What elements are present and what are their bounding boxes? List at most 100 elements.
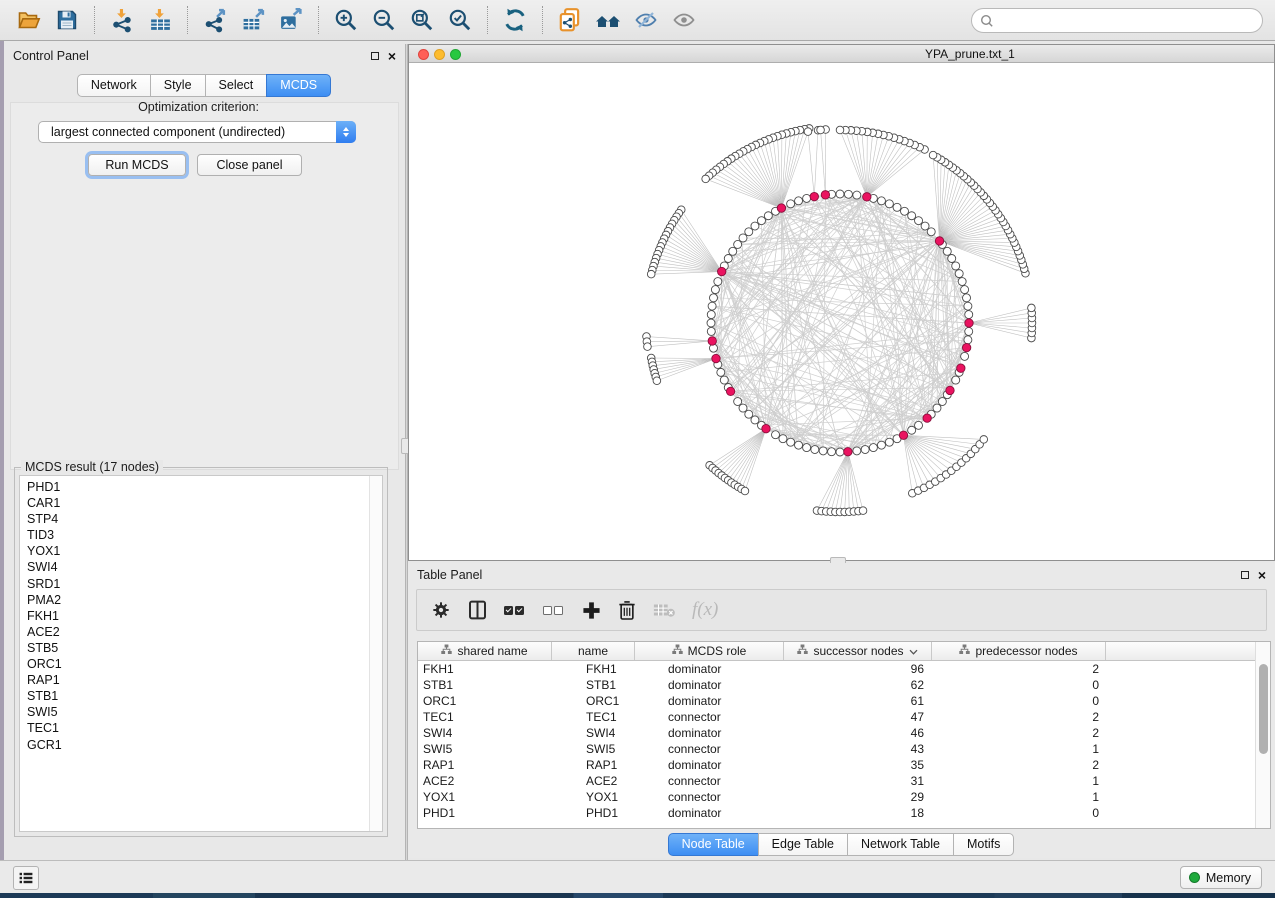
task-history-button[interactable] — [13, 866, 39, 890]
tab-select[interactable]: Select — [205, 74, 268, 97]
export-network-icon[interactable] — [196, 4, 234, 36]
close-window-icon[interactable] — [418, 49, 429, 60]
table-scrollbar[interactable] — [1255, 642, 1270, 828]
tab-style[interactable]: Style — [150, 74, 206, 97]
add-column-icon[interactable] — [582, 601, 601, 620]
list-item[interactable]: PHD1 — [27, 479, 382, 495]
criterion-dropdown[interactable]: largest connected component (undirected) — [38, 121, 356, 143]
close-panel-button[interactable]: Close panel — [197, 154, 302, 176]
memory-button[interactable]: Memory — [1180, 866, 1262, 889]
memory-label: Memory — [1206, 871, 1251, 885]
tab-network[interactable]: Network — [77, 74, 151, 97]
float-table-panel-icon[interactable] — [1241, 571, 1249, 579]
column-header-predecessor-nodes[interactable]: predecessor nodes — [932, 642, 1106, 660]
close-table-panel-icon[interactable]: × — [1258, 570, 1266, 580]
first-neighbors-icon[interactable] — [589, 4, 627, 36]
column-header-MCDS-role[interactable]: MCDS role — [635, 642, 784, 660]
mcds-result-list: PHD1CAR1STP4TID3YOX1SWI4SRD1PMA2FKH1ACE2… — [19, 475, 383, 832]
list-item[interactable]: STB1 — [27, 688, 382, 704]
table-row[interactable]: SWI4SWI4dominator462 — [418, 725, 1270, 741]
list-item[interactable]: TID3 — [27, 527, 382, 543]
tab-node-table[interactable]: Node Table — [668, 833, 759, 856]
zoom-selected-icon[interactable] — [441, 4, 479, 36]
table-row[interactable]: STB1STB1dominator620 — [418, 677, 1270, 693]
list-item[interactable]: TEC1 — [27, 720, 382, 736]
list-item[interactable]: GCR1 — [27, 737, 382, 753]
run-mcds-button[interactable]: Run MCDS — [88, 154, 186, 176]
sort-indicator-icon — [909, 644, 918, 658]
table-panel-tabs: Node TableEdge TableNetwork TableMotifs — [408, 833, 1275, 856]
optimization-criterion-label: Optimization criterion: — [4, 100, 393, 114]
list-item[interactable]: SRD1 — [27, 576, 382, 592]
refresh-icon[interactable] — [496, 4, 534, 36]
list-item[interactable]: FKH1 — [27, 608, 382, 624]
tab-edge-table[interactable]: Edge Table — [758, 833, 848, 856]
search-input[interactable] — [999, 14, 1254, 28]
column-header-shared-name[interactable]: shared name — [418, 642, 552, 660]
function-builder-icon: f(x) — [692, 599, 718, 621]
column-header-successor-nodes[interactable]: successor nodes — [784, 642, 932, 660]
list-item[interactable]: STP4 — [27, 511, 382, 527]
control-panel-title: Control Panel — [13, 49, 89, 63]
table-row[interactable]: TEC1TEC1connector472 — [418, 709, 1270, 725]
network-canvas[interactable] — [409, 63, 1274, 560]
list-item[interactable]: PMA2 — [27, 592, 382, 608]
export-image-icon[interactable] — [272, 4, 310, 36]
float-panel-icon[interactable] — [371, 52, 379, 60]
import-table-icon[interactable] — [141, 4, 179, 36]
table-row[interactable]: ACE2ACE2connector311 — [418, 773, 1270, 789]
list-item[interactable]: SWI5 — [27, 704, 382, 720]
tab-mcds[interactable]: MCDS — [266, 74, 331, 97]
delete-columns-icon[interactable] — [618, 600, 636, 620]
list-item[interactable]: STB5 — [27, 640, 382, 656]
close-panel-icon[interactable]: × — [388, 51, 396, 61]
table-row[interactable]: YOX1YOX1connector291 — [418, 789, 1270, 805]
deselect-all-icon[interactable] — [543, 606, 565, 615]
minimize-window-icon[interactable] — [434, 49, 445, 60]
desktop-edge-bottom — [0, 893, 1275, 898]
node-table: shared namenameMCDS rolesuccessor nodesp… — [417, 641, 1271, 829]
table-row[interactable]: ORC1ORC1dominator610 — [418, 693, 1270, 709]
main-toolbar — [0, 0, 1275, 41]
list-item[interactable]: RAP1 — [27, 672, 382, 688]
select-all-icon[interactable] — [504, 606, 526, 615]
toolbar-separator — [187, 6, 188, 34]
mcds-result-groupbox: MCDS result (17 nodes) PHD1CAR1STP4TID3Y… — [14, 467, 388, 837]
column-type-icon — [959, 644, 970, 658]
toolbar-separator — [94, 6, 95, 34]
network-title: YPA_prune.txt_1 — [925, 47, 1015, 61]
table-row[interactable]: PHD1PHD1dominator180 — [418, 805, 1270, 821]
table-settings-icon[interactable] — [431, 600, 451, 620]
zoom-in-icon[interactable] — [327, 4, 365, 36]
tab-motifs[interactable]: Motifs — [953, 833, 1014, 856]
tab-network-table[interactable]: Network Table — [847, 833, 954, 856]
table-header-row: shared namenameMCDS rolesuccessor nodesp… — [418, 642, 1270, 661]
maximize-window-icon[interactable] — [450, 49, 461, 60]
table-row[interactable]: SWI5SWI5connector431 — [418, 741, 1270, 757]
search-box[interactable] — [971, 8, 1263, 33]
duplicate-network-icon[interactable] — [551, 4, 589, 36]
table-row[interactable]: FKH1FKH1dominator962 — [418, 661, 1270, 677]
import-network-icon[interactable] — [103, 4, 141, 36]
control-panel: Control Panel × NetworkStyleSelectMCDS O… — [4, 44, 405, 860]
split-panel-icon[interactable] — [468, 600, 487, 620]
zoom-fit-icon[interactable] — [403, 4, 441, 36]
list-item[interactable]: ORC1 — [27, 656, 382, 672]
list-item[interactable]: SWI4 — [27, 559, 382, 575]
network-titlebar[interactable]: YPA_prune.txt_1 — [409, 45, 1274, 63]
list-item[interactable]: ACE2 — [27, 624, 382, 640]
hide-selected-icon[interactable] — [627, 4, 665, 36]
show-all-icon[interactable] — [665, 4, 703, 36]
save-icon[interactable] — [48, 4, 86, 36]
column-header-name[interactable]: name — [552, 642, 635, 660]
table-row[interactable]: RAP1RAP1dominator352 — [418, 757, 1270, 773]
list-item[interactable]: YOX1 — [27, 543, 382, 559]
zoom-out-icon[interactable] — [365, 4, 403, 36]
open-file-icon[interactable] — [10, 4, 48, 36]
network-graph[interactable] — [409, 63, 1274, 560]
list-item[interactable]: CAR1 — [27, 495, 382, 511]
column-type-icon — [797, 644, 808, 658]
export-table-icon[interactable] — [234, 4, 272, 36]
table-scrollbar-thumb[interactable] — [1259, 664, 1268, 754]
result-scrollbar[interactable] — [369, 476, 382, 831]
